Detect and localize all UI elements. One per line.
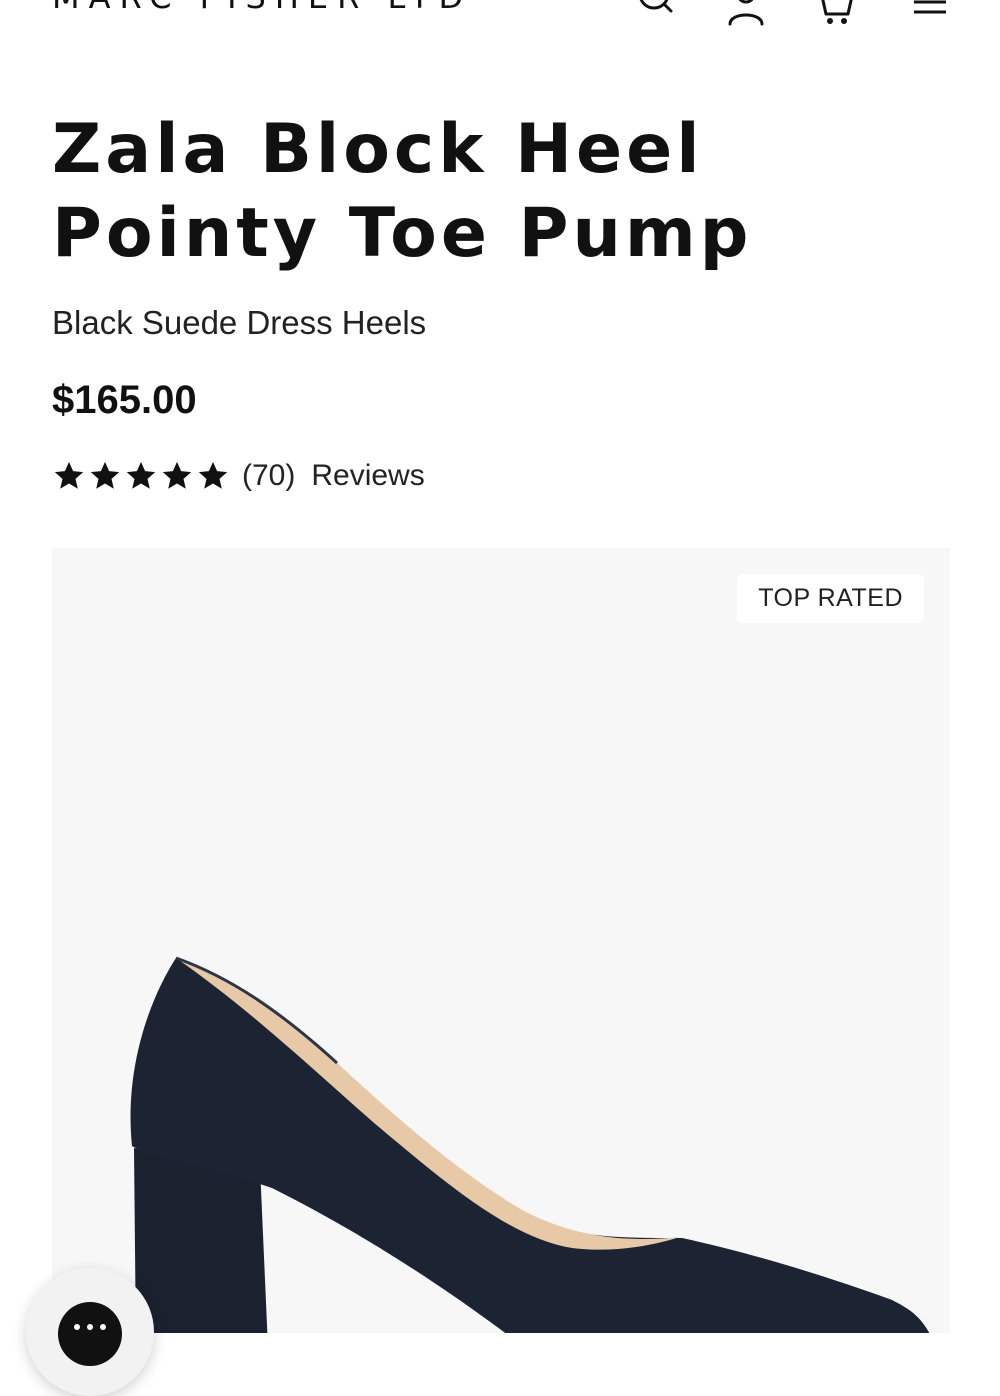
- top-rated-badge: TOP RATED: [737, 574, 924, 623]
- star-icon: [124, 459, 158, 493]
- chat-icon: [58, 1302, 122, 1366]
- star-icon: [88, 459, 122, 493]
- star-icon: [196, 459, 230, 493]
- cart-icon[interactable]: [818, 0, 858, 26]
- product-price: $165.00: [52, 378, 197, 422]
- search-icon[interactable]: [634, 0, 674, 26]
- account-icon[interactable]: [726, 0, 766, 26]
- star-icon: [160, 459, 194, 493]
- star-icon: [52, 459, 86, 493]
- star-rating: [52, 459, 230, 493]
- chat-button[interactable]: [26, 1268, 154, 1396]
- brand-logo[interactable]: MARC FISHER LTD: [52, 0, 472, 16]
- product-title: Zala Block Heel Pointy Toe Pump: [52, 110, 753, 273]
- product-subtitle: Black Suede Dress Heels: [52, 304, 427, 341]
- site-header: MARC FISHER LTD: [0, 0, 1000, 40]
- menu-icon[interactable]: [910, 0, 950, 26]
- reviews-link[interactable]: Reviews: [311, 459, 424, 493]
- product-image-shoe: [130, 956, 930, 1333]
- review-count: (70): [242, 459, 296, 492]
- rating-summary[interactable]: (70) Reviews: [52, 456, 425, 496]
- product-image-gallery[interactable]: TOP RATED: [52, 548, 950, 1333]
